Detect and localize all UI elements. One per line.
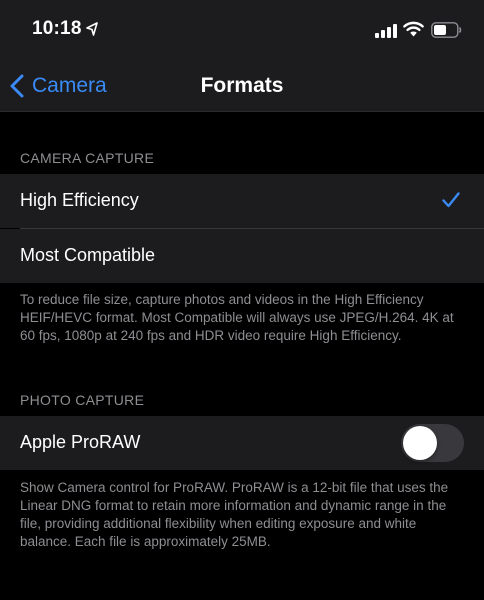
camera-capture-footer: To reduce file size, capture photos and … — [20, 292, 454, 343]
option-label: High Efficiency — [20, 190, 139, 210]
location-arrow-icon — [86, 22, 98, 36]
settings-screen: 10:18 Camera Formats CAMERA CAPTURE High… — [0, 0, 484, 600]
option-high-efficiency[interactable]: High Efficiency — [0, 174, 484, 228]
apple-proraw-label: Apple ProRAW — [20, 432, 141, 452]
apple-proraw-toggle[interactable] — [401, 424, 464, 462]
photo-capture-footer: Show Camera control for ProRAW. ProRAW i… — [20, 480, 449, 549]
checkmark-icon — [442, 192, 460, 208]
cellular-signal-icon — [375, 24, 397, 38]
status-bar: 10:18 — [0, 0, 484, 60]
wifi-icon — [403, 21, 424, 37]
apple-proraw-row: Apple ProRAW — [0, 416, 484, 470]
camera-capture-header: CAMERA CAPTURE — [20, 150, 155, 166]
status-time: 10:18 — [32, 18, 82, 39]
option-most-compatible[interactable]: Most Compatible — [0, 229, 484, 283]
toggle-knob — [403, 426, 437, 460]
battery-icon — [431, 22, 462, 38]
page-title: Formats — [200, 74, 284, 97]
navigation-bar: Camera Formats — [0, 60, 484, 112]
option-label: Most Compatible — [20, 245, 156, 265]
photo-capture-header: PHOTO CAPTURE — [20, 392, 145, 408]
